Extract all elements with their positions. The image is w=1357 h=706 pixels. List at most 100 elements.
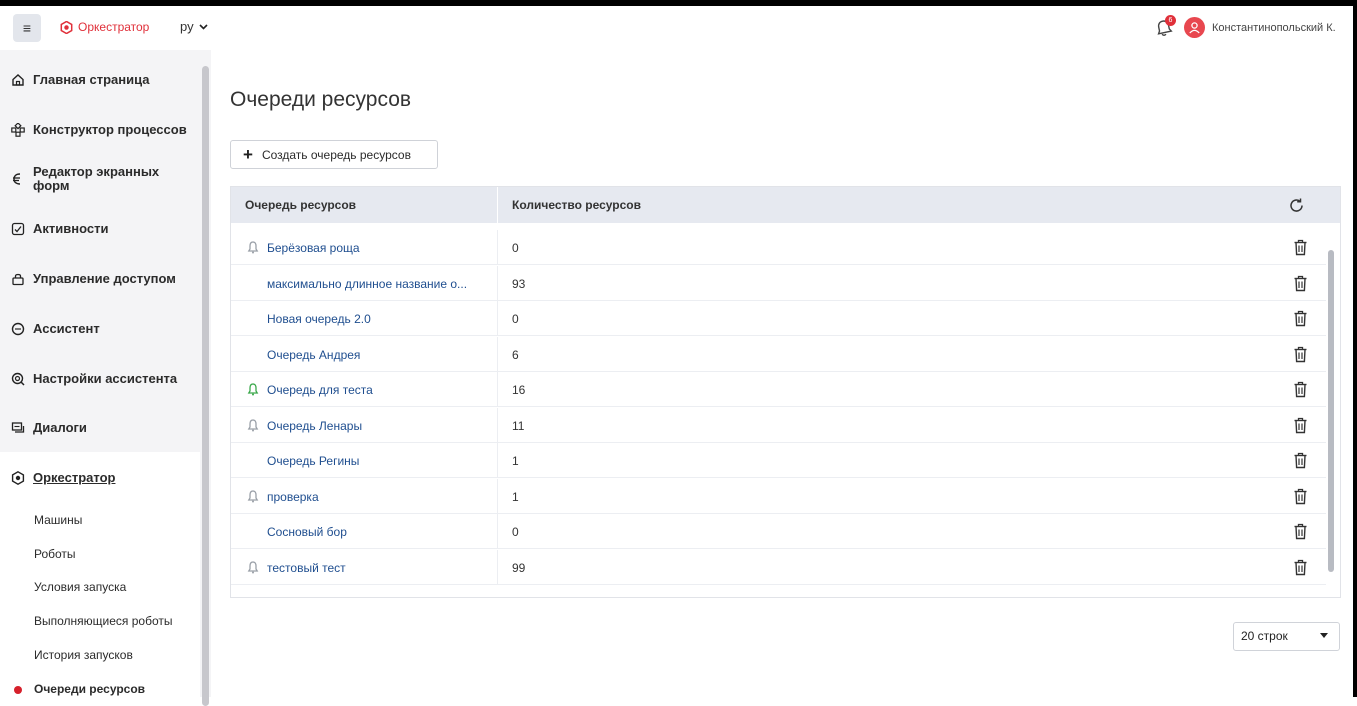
- orchestrator-logo-icon: [60, 20, 73, 34]
- resource-count: 93: [512, 276, 526, 291]
- queue-name-link[interactable]: Берёзовая роща: [267, 241, 360, 255]
- sidebar-item-dialogs[interactable]: Диалоги: [0, 420, 200, 435]
- sidebar-item-process-builder[interactable]: Конструктор процессов: [0, 122, 200, 137]
- avatar[interactable]: [1184, 17, 1205, 38]
- column-divider: [497, 514, 498, 549]
- status-inactive-icon: [247, 560, 259, 573]
- table-row[interactable]: Очередь Регины 1: [231, 443, 1326, 478]
- status-inactive-icon: [247, 241, 259, 254]
- column-divider: [497, 478, 498, 514]
- table-row[interactable]: Очередь Ленары 11: [231, 407, 1326, 443]
- queue-name-link[interactable]: Очередь Ленары: [267, 419, 362, 433]
- column-divider: [497, 549, 498, 585]
- process-icon: [11, 122, 25, 137]
- form-editor-icon: [13, 173, 21, 185]
- caret-down-icon: [1320, 633, 1328, 638]
- language-value: ру: [180, 19, 194, 34]
- rows-per-page-value: 20 строк: [1241, 629, 1288, 643]
- sidebar-item-label: Активности: [33, 221, 109, 236]
- column-divider: [497, 265, 498, 301]
- sidebar-item-form-editor[interactable]: Редактор экранных форм: [0, 165, 200, 193]
- sidebar-item-activities[interactable]: Активности: [0, 221, 200, 236]
- column-header-count[interactable]: Количество ресурсов: [512, 198, 641, 212]
- orchestrator-submenu: Оркестратор Машины Роботы Условия запуск…: [0, 452, 200, 697]
- table-row[interactable]: тестовый тест 99: [231, 549, 1326, 585]
- queue-name-link[interactable]: Очередь Регины: [267, 454, 359, 468]
- queue-name-link[interactable]: Сосновый бор: [267, 525, 347, 539]
- sidebar-scrollbar[interactable]: [202, 66, 209, 706]
- trash-icon[interactable]: [1293, 417, 1308, 434]
- access-icon: [12, 273, 24, 285]
- queue-name-link[interactable]: проверка: [267, 490, 319, 504]
- table-row[interactable]: Новая очередь 2.0 0: [231, 301, 1326, 336]
- trash-icon[interactable]: [1293, 488, 1308, 505]
- language-selector[interactable]: ру: [180, 19, 208, 34]
- sidebar-item-assistant-settings[interactable]: Настройки ассистента: [0, 371, 200, 386]
- sidebar-item-label: Диалоги: [33, 420, 87, 435]
- dialogs-icon: [11, 421, 25, 433]
- table-row[interactable]: проверка 1: [231, 478, 1326, 514]
- resource-count: 11: [512, 418, 525, 433]
- sidebar-item-access-control[interactable]: Управление доступом: [0, 271, 200, 286]
- table-row[interactable]: максимально длинное название о... 93: [231, 265, 1326, 301]
- column-divider: [497, 301, 498, 336]
- column-header-queue[interactable]: Очередь ресурсов: [245, 198, 356, 212]
- sidebar-item-assistant[interactable]: Ассистент: [0, 321, 200, 336]
- page-title: Очереди ресурсов: [230, 88, 412, 111]
- sidebar-item-orchestrator[interactable]: Оркестратор: [0, 470, 200, 485]
- app-logo[interactable]: Оркестратор: [60, 20, 149, 34]
- chevron-down-icon: [199, 23, 208, 30]
- sidebar-subitem-launch-history[interactable]: История запусков: [34, 648, 133, 662]
- column-divider: [497, 443, 498, 478]
- assistant-icon: [11, 322, 25, 335]
- trash-icon[interactable]: [1293, 523, 1308, 540]
- sidebar-item-label: Главная страница: [33, 72, 150, 87]
- create-resource-queue-button[interactable]: + Создать очередь ресурсов: [230, 140, 438, 169]
- column-divider: [497, 336, 498, 372]
- resource-count: 6: [512, 347, 519, 362]
- queue-name-link[interactable]: тестовый тест: [267, 561, 346, 575]
- resource-count: 0: [512, 241, 519, 255]
- trash-icon[interactable]: [1293, 559, 1308, 576]
- resource-count: 0: [512, 525, 519, 539]
- hamburger-menu-button[interactable]: ≡: [13, 14, 41, 42]
- queue-name-link[interactable]: Очередь для теста: [267, 383, 373, 397]
- sidebar-item-label: Настройки ассистента: [33, 371, 178, 386]
- sidebar-subitem-launch-conditions[interactable]: Условия запуска: [34, 580, 126, 594]
- sidebar-subitem-resource-queues[interactable]: Очереди ресурсов: [34, 682, 145, 696]
- refresh-icon[interactable]: [1288, 197, 1305, 214]
- trash-icon[interactable]: [1293, 310, 1308, 327]
- orchestrator-icon: [11, 470, 25, 485]
- sidebar-item-label: Ассистент: [33, 321, 100, 336]
- app-name: Оркестратор: [78, 20, 150, 34]
- sidebar-item-home[interactable]: Главная страница: [0, 72, 200, 87]
- rows-per-page-select[interactable]: 20 строк: [1233, 622, 1340, 651]
- table-row[interactable]: Очередь Андрея 6: [231, 336, 1326, 372]
- queue-name-link[interactable]: Новая очередь 2.0: [267, 312, 371, 326]
- user-name[interactable]: Константинопольский К.: [1212, 22, 1336, 34]
- trash-icon[interactable]: [1293, 275, 1308, 292]
- table-scrollbar[interactable]: [1328, 250, 1334, 572]
- sidebar-subitem-machines[interactable]: Машины: [34, 513, 82, 527]
- home-icon: [12, 73, 24, 86]
- trash-icon[interactable]: [1293, 452, 1308, 469]
- create-button-label: Создать очередь ресурсов: [261, 147, 411, 162]
- activities-icon: [11, 222, 25, 235]
- plus-icon: +: [243, 145, 253, 164]
- sidebar-subitem-running-robots[interactable]: Выполняющиеся роботы: [34, 614, 173, 628]
- table-header: Очередь ресурсов Количество ресурсов: [231, 187, 1340, 223]
- trash-icon[interactable]: [1293, 239, 1308, 256]
- table-row[interactable]: Берёзовая роща 0: [231, 230, 1326, 265]
- sidebar-subitem-robots[interactable]: Роботы: [34, 547, 76, 561]
- table-row[interactable]: Очередь для теста 16: [231, 372, 1326, 407]
- trash-icon[interactable]: [1293, 381, 1308, 398]
- hamburger-icon: ≡: [22, 20, 32, 36]
- queue-name-link[interactable]: Очередь Андрея: [267, 348, 360, 362]
- user-icon: [1189, 22, 1200, 34]
- table-row[interactable]: Сосновый бор 0: [231, 514, 1326, 549]
- trash-icon[interactable]: [1293, 346, 1308, 363]
- queue-name-link[interactable]: максимально длинное название о...: [267, 277, 467, 291]
- sidebar-item-label: Конструктор процессов: [33, 122, 187, 137]
- resource-count: 1: [512, 489, 519, 504]
- column-divider: [497, 230, 498, 265]
